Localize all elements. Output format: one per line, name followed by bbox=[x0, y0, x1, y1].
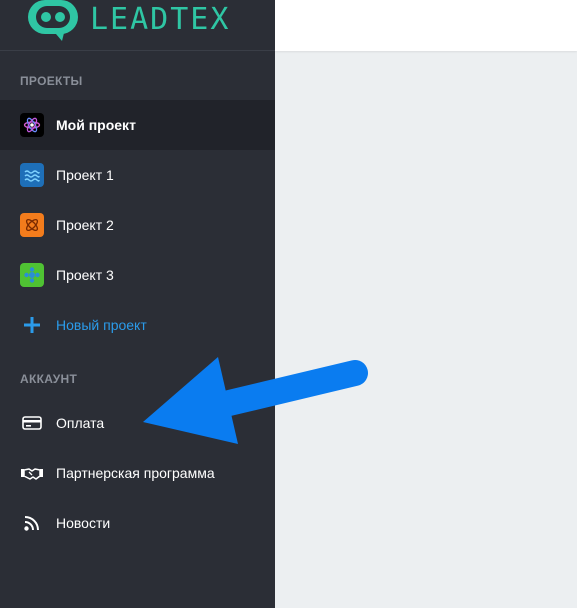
annotation-arrow bbox=[143, 357, 368, 444]
